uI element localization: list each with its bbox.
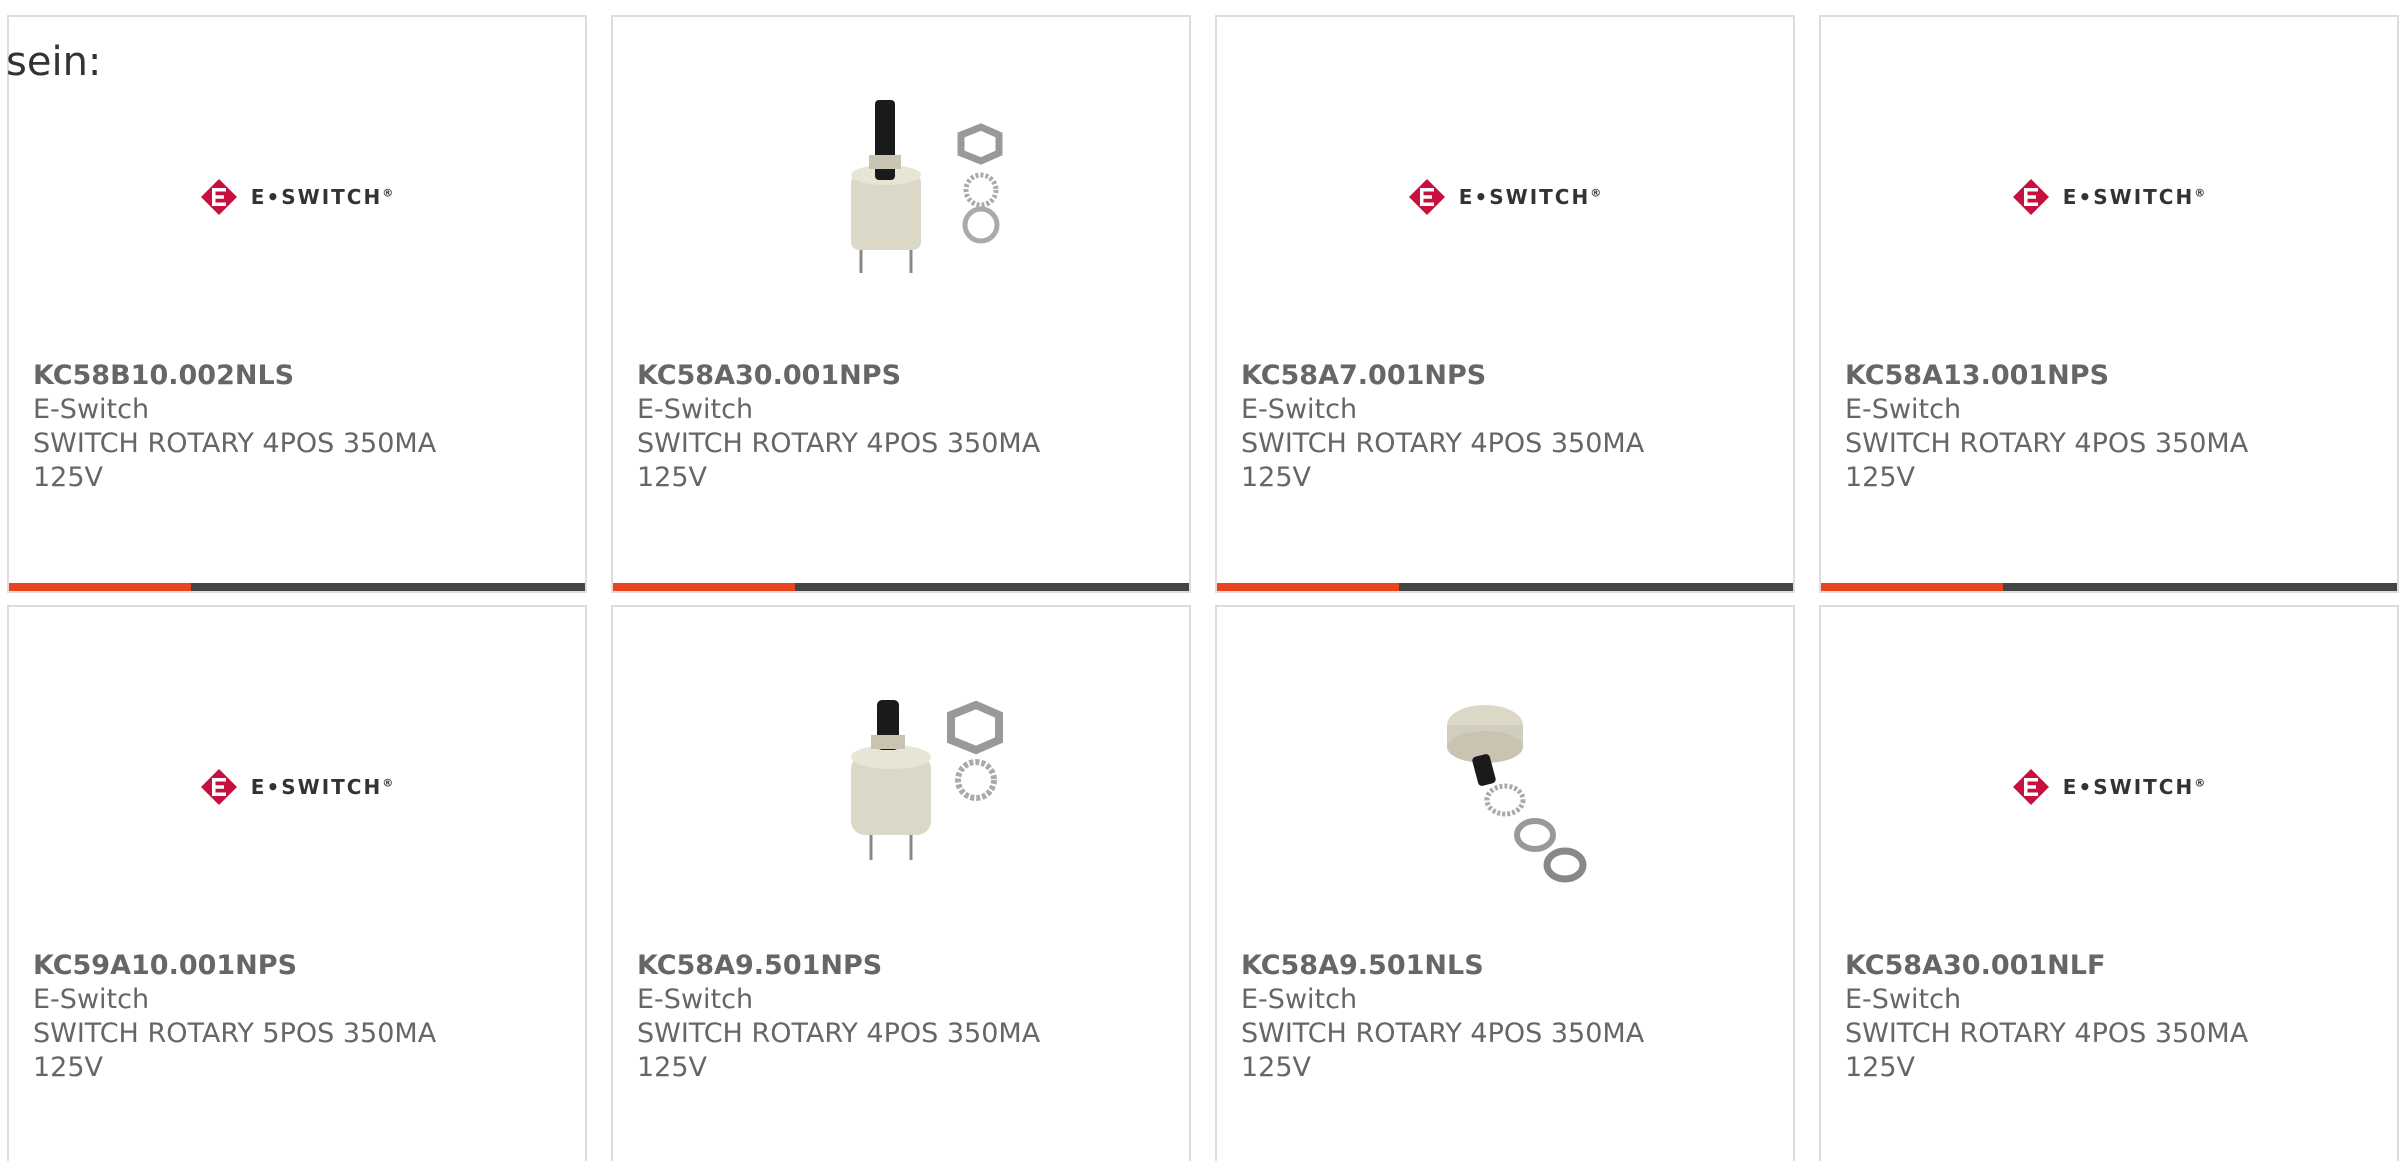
product-info: KC58A30.001NLF E-Switch SWITCH ROTARY 4P…	[1845, 949, 2377, 1085]
card-accent-bar	[613, 583, 1189, 591]
product-image[interactable]: E•SWITCH®	[9, 77, 585, 317]
product-card[interactable]: KC58A9.501NLS E-Switch SWITCH ROTARY 4PO…	[1215, 605, 1795, 1161]
product-manufacturer: E-Switch	[1845, 394, 1962, 425]
product-description: SWITCH ROTARY 4POS 350MA 125V	[637, 428, 1041, 493]
eswitch-logo-icon: E•SWITCH®	[199, 767, 395, 807]
product-description: SWITCH ROTARY 5POS 350MA 125V	[33, 1018, 437, 1083]
product-info: KC58B10.002NLS E-Switch SWITCH ROTARY 4P…	[33, 359, 565, 495]
product-info: KC58A9.501NLS E-Switch SWITCH ROTARY 4PO…	[1241, 949, 1773, 1085]
product-image[interactable]: E•SWITCH®	[1821, 667, 2397, 907]
rotary-switch-short-shaft-icon	[791, 685, 1011, 889]
card-accent-bar	[9, 583, 585, 591]
product-info: KC58A9.501NPS E-Switch SWITCH ROTARY 4PO…	[637, 949, 1169, 1085]
page: sein: E•SWITCH® KC58B10.002NLS E-Switch …	[0, 0, 2400, 1161]
product-info: KC59A10.001NPS E-Switch SWITCH ROTARY 5P…	[33, 949, 565, 1085]
product-manufacturer: E-Switch	[33, 984, 150, 1015]
product-info: KC58A13.001NPS E-Switch SWITCH ROTARY 4P…	[1845, 359, 2377, 495]
intro-text: sein:	[6, 39, 102, 85]
product-manufacturer: E-Switch	[637, 984, 754, 1015]
eswitch-logo-icon: E•SWITCH®	[2011, 767, 2207, 807]
product-image[interactable]	[613, 77, 1189, 317]
product-part-number[interactable]: KC58A7.001NPS	[1241, 359, 1773, 393]
product-manufacturer: E-Switch	[1241, 394, 1358, 425]
card-accent-bar-fill	[613, 583, 795, 591]
product-card[interactable]: E•SWITCH® KC58A13.001NPS E-Switch SWITCH…	[1819, 15, 2399, 593]
product-description: SWITCH ROTARY 4POS 350MA 125V	[1845, 428, 2249, 493]
product-manufacturer: E-Switch	[33, 394, 150, 425]
rotary-switch-tall-shaft-icon	[791, 95, 1011, 299]
product-image[interactable]	[613, 667, 1189, 907]
product-image[interactable]: E•SWITCH®	[1217, 77, 1793, 317]
product-part-number[interactable]: KC58A13.001NPS	[1845, 359, 2377, 393]
product-description: SWITCH ROTARY 4POS 350MA 125V	[1241, 428, 1645, 493]
product-image[interactable]: E•SWITCH®	[9, 667, 585, 907]
product-image[interactable]	[1217, 667, 1793, 907]
product-manufacturer: E-Switch	[1241, 984, 1358, 1015]
product-part-number[interactable]: KC58A9.501NPS	[637, 949, 1169, 983]
product-part-number[interactable]: KC59A10.001NPS	[33, 949, 565, 983]
product-info: KC58A7.001NPS E-Switch SWITCH ROTARY 4PO…	[1241, 359, 1773, 495]
product-card[interactable]: E•SWITCH® KC59A10.001NPS E-Switch SWITCH…	[7, 605, 587, 1161]
product-description: SWITCH ROTARY 4POS 350MA 125V	[1845, 1018, 2249, 1083]
product-part-number[interactable]: KC58A9.501NLS	[1241, 949, 1773, 983]
product-card[interactable]: KC58A30.001NPS E-Switch SWITCH ROTARY 4P…	[611, 15, 1191, 593]
product-card[interactable]: KC58A9.501NPS E-Switch SWITCH ROTARY 4PO…	[611, 605, 1191, 1161]
product-manufacturer: E-Switch	[637, 394, 754, 425]
product-part-number[interactable]: KC58B10.002NLS	[33, 359, 565, 393]
eswitch-logo-icon: E•SWITCH®	[199, 177, 395, 217]
card-accent-bar-fill	[1821, 583, 2003, 591]
card-accent-bar-fill	[9, 583, 191, 591]
product-grid: E•SWITCH® KC58B10.002NLS E-Switch SWITCH…	[7, 15, 2399, 1161]
product-description: SWITCH ROTARY 4POS 350MA 125V	[33, 428, 437, 493]
rotary-switch-angled-icon	[1395, 685, 1615, 889]
eswitch-logo-icon: E•SWITCH®	[1407, 177, 1603, 217]
card-accent-bar-fill	[1217, 583, 1399, 591]
product-card[interactable]: E•SWITCH® KC58A30.001NLF E-Switch SWITCH…	[1819, 605, 2399, 1161]
product-part-number[interactable]: KC58A30.001NPS	[637, 359, 1169, 393]
product-part-number[interactable]: KC58A30.001NLF	[1845, 949, 2377, 983]
product-card[interactable]: E•SWITCH® KC58A7.001NPS E-Switch SWITCH …	[1215, 15, 1795, 593]
card-accent-bar	[1217, 583, 1793, 591]
product-card[interactable]: E•SWITCH® KC58B10.002NLS E-Switch SWITCH…	[7, 15, 587, 593]
eswitch-logo-icon: E•SWITCH®	[2011, 177, 2207, 217]
product-description: SWITCH ROTARY 4POS 350MA 125V	[1241, 1018, 1645, 1083]
product-manufacturer: E-Switch	[1845, 984, 1962, 1015]
card-accent-bar	[1821, 583, 2397, 591]
product-description: SWITCH ROTARY 4POS 350MA 125V	[637, 1018, 1041, 1083]
product-info: KC58A30.001NPS E-Switch SWITCH ROTARY 4P…	[637, 359, 1169, 495]
product-image[interactable]: E•SWITCH®	[1821, 77, 2397, 317]
